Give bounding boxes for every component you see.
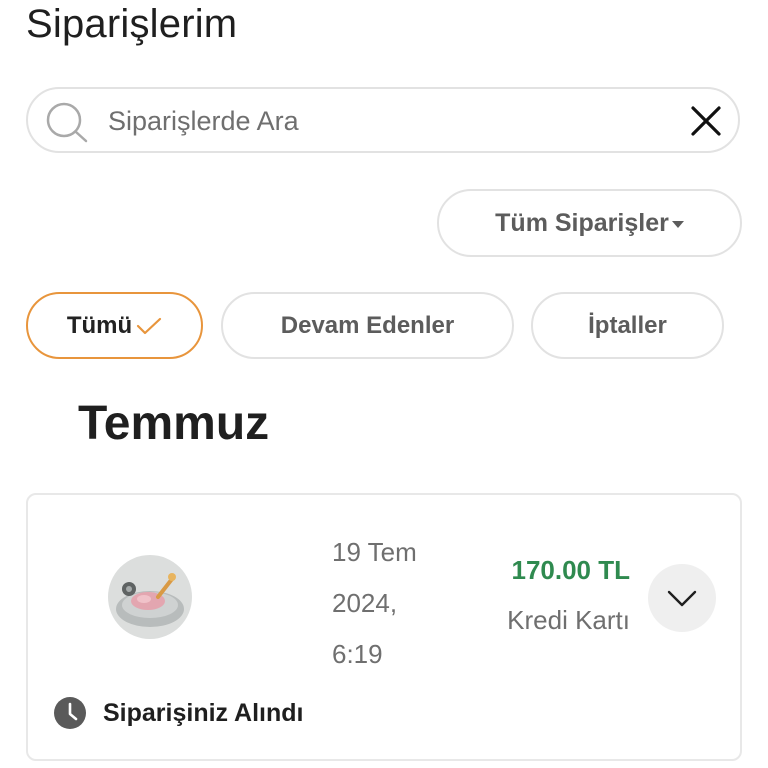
chevron-down-icon xyxy=(667,590,697,607)
tab-all[interactable]: Tümü xyxy=(26,292,203,359)
orders-page: Siparişlerim Tüm Siparişler Tümü Devam E… xyxy=(0,0,768,768)
tab-ongoing[interactable]: Devam Edenler xyxy=(221,292,514,359)
tab-ongoing-label: Devam Edenler xyxy=(280,311,455,339)
clock-icon xyxy=(54,697,86,729)
search-icon xyxy=(46,102,88,143)
month-heading: Temmuz xyxy=(78,397,270,450)
order-date-day: 19 Tem xyxy=(332,537,417,567)
order-status-text: Siparişiniz Alındı xyxy=(103,698,304,727)
expand-order-button[interactable] xyxy=(648,564,716,632)
order-date: 19 Tem 2024, 6:19 xyxy=(332,527,462,680)
check-icon xyxy=(137,317,162,334)
tab-cancelled-label: İptaller xyxy=(588,311,667,339)
page-title: Siparişlerim xyxy=(26,2,238,46)
tab-cancelled[interactable]: İptaller xyxy=(531,292,724,359)
order-filter-label: Tüm Siparişler xyxy=(495,208,669,237)
order-card[interactable]: 19 Tem 2024, 6:19 170.00 TL Kredi Kartı … xyxy=(26,493,742,761)
order-payment-method: Kredi Kartı xyxy=(507,605,630,635)
order-date-year: 2024, xyxy=(332,588,398,618)
search-input[interactable] xyxy=(106,89,670,153)
caret-down-icon xyxy=(671,220,684,228)
close-icon[interactable] xyxy=(690,105,722,137)
order-amount: 170.00 TL xyxy=(511,555,630,585)
order-status: Siparişiniz Alındı xyxy=(54,697,304,729)
tab-all-label: Tümü xyxy=(66,311,133,339)
order-date-time: 6:19 xyxy=(332,639,383,669)
search-bar[interactable] xyxy=(26,87,740,153)
order-filter-dropdown[interactable]: Tüm Siparişler xyxy=(437,189,742,257)
product-thumbnail xyxy=(108,555,192,639)
